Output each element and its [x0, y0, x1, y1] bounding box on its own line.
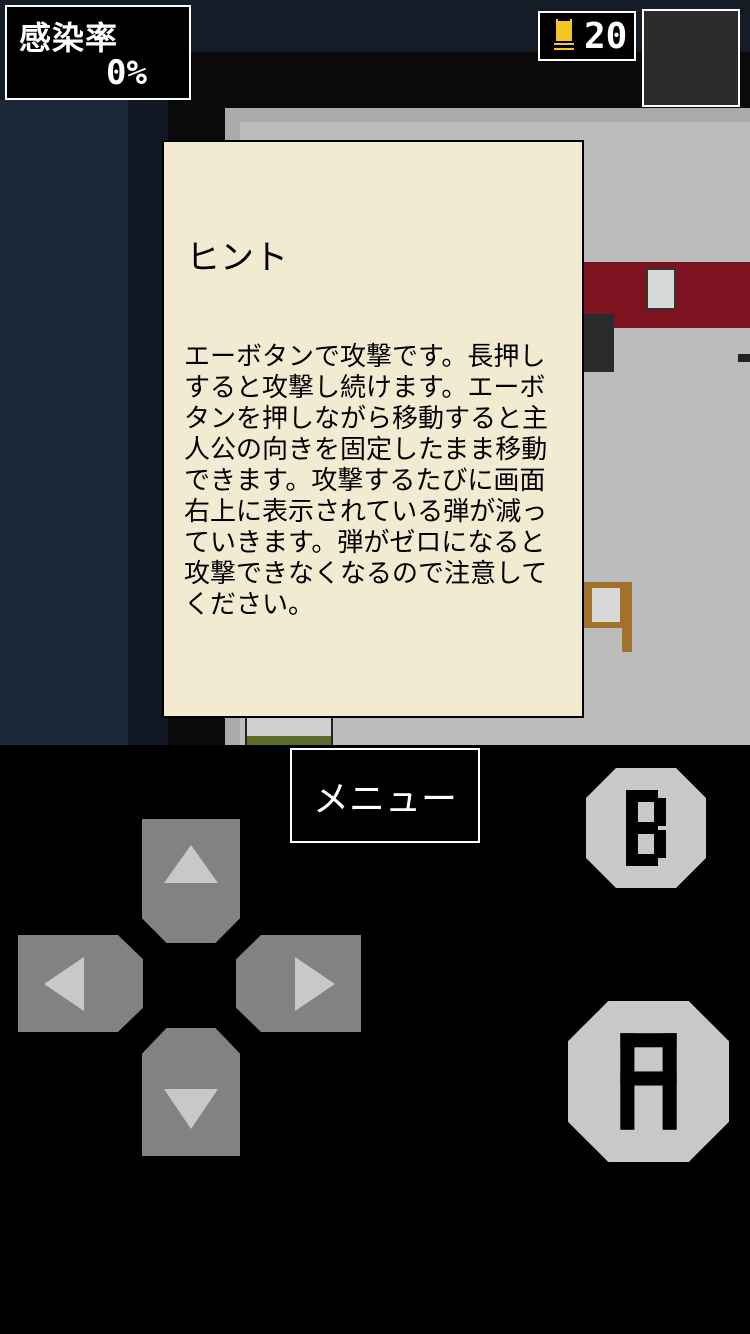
bullet-icon [554, 19, 574, 50]
dpad-down-button[interactable] [142, 1028, 240, 1156]
notice-poster [646, 268, 676, 310]
left-arrow-icon [44, 957, 84, 1011]
hint-dialog[interactable]: ヒント エーボタンで攻撃です。長押しすると攻撃し続けます。エーボタンを押しながら… [162, 140, 584, 718]
wooden-sign-paper [592, 588, 620, 622]
hint-title: ヒント [186, 238, 288, 278]
item-slot[interactable] [642, 9, 740, 107]
infection-rate-panel: 感染率 0% [5, 5, 191, 100]
ammo-count: 20 [584, 16, 628, 57]
dpad-left-button[interactable] [18, 935, 143, 1032]
a-button-label: A [568, 1001, 569, 1002]
door-marker [738, 354, 750, 362]
b-button-label: B [586, 768, 587, 769]
wooden-sign-post [622, 628, 632, 652]
menu-button[interactable]: メニュー [290, 748, 480, 843]
right-arrow-icon [295, 957, 335, 1011]
up-arrow-icon [164, 845, 218, 883]
down-arrow-icon [164, 1089, 218, 1129]
hint-body: エーボタンで攻撃です。長押しすると攻撃し続けます。エーボタンを押しながら移動する… [184, 342, 549, 620]
b-button[interactable]: B [586, 768, 706, 888]
menu-label: メニュー [312, 778, 457, 820]
ammo-panel: 20 [538, 11, 636, 61]
a-button[interactable]: A [568, 1001, 729, 1162]
infection-label: 感染率 [19, 19, 119, 57]
dark-object [584, 314, 614, 372]
dpad-right-button[interactable] [236, 935, 361, 1032]
infection-value: 0% [106, 53, 147, 93]
doorway-mat [247, 736, 331, 745]
dark-wall [0, 100, 128, 745]
dpad-up-button[interactable] [142, 819, 240, 943]
